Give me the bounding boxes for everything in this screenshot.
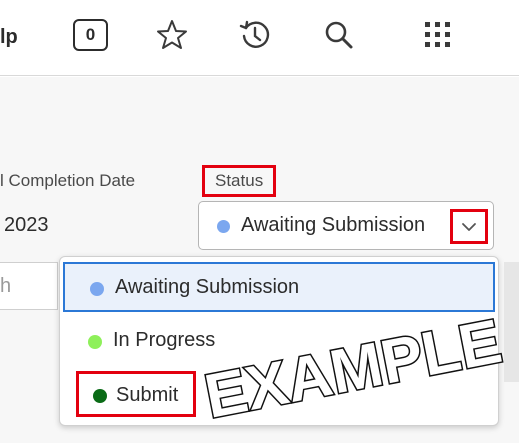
status-selected-value: Awaiting Submission [241, 214, 426, 236]
status-dropdown[interactable]: Awaiting Submission [198, 201, 494, 250]
status-column-label: Status [215, 171, 264, 190]
submit-option-highlight: Submit [76, 371, 196, 417]
option-color-dot [88, 335, 102, 349]
app-grid-icon[interactable] [421, 18, 455, 52]
top-toolbar: lp 0 [0, 0, 519, 76]
watermark-text: EXAMPLE [200, 307, 507, 432]
example-watermark: EXAMPLE [200, 290, 519, 440]
chevron-down-icon [462, 222, 476, 231]
history-icon[interactable] [238, 18, 272, 52]
option-color-dot [90, 282, 104, 296]
star-icon[interactable] [155, 18, 189, 52]
notification-count-badge[interactable]: 0 [73, 19, 108, 51]
search-icon[interactable] [322, 18, 356, 52]
status-dropdown-toggle[interactable] [450, 209, 488, 244]
option-label: Submit [116, 384, 179, 406]
completion-date-value: 2023 [4, 214, 49, 236]
search-field-partial[interactable]: h [0, 262, 58, 310]
status-label-highlight: Status [202, 165, 276, 197]
option-color-dot [93, 389, 107, 403]
completion-date-column-label: l Completion Date [0, 171, 136, 190]
status-color-dot [217, 220, 230, 233]
help-menu-partial[interactable]: lp [0, 26, 18, 49]
search-field-placeholder: h [0, 275, 12, 297]
